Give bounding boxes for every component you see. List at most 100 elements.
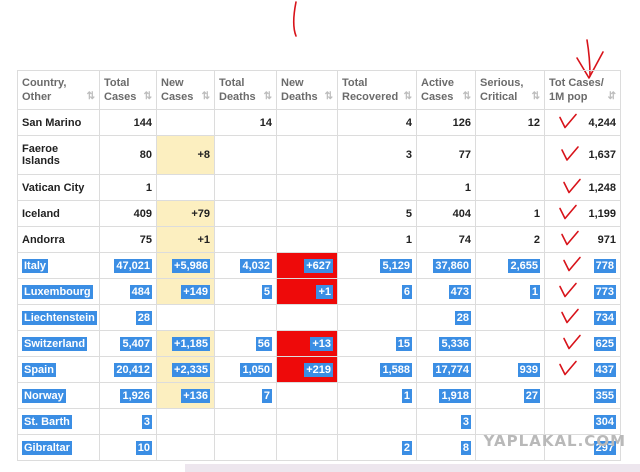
cell-value: +2,335 xyxy=(172,362,210,377)
cell-serious-critical: 2,655 xyxy=(475,252,545,279)
sort-desc-icon[interactable]: ⇵ xyxy=(608,90,616,104)
cell-new-cases xyxy=(156,408,215,435)
header-active-cases[interactable]: Active Cases ⇅ xyxy=(416,70,476,110)
table-row: Andorra 75 +1 1 74 2 971 xyxy=(17,226,621,253)
cell-value: 56 xyxy=(255,336,272,351)
sort-icon[interactable]: ⇅ xyxy=(404,90,412,104)
cell-new-cases: +149 xyxy=(156,278,215,305)
cell-total-deaths: 1,050 xyxy=(214,356,277,383)
sort-icon[interactable]: ⇅ xyxy=(87,90,95,104)
watermark-bar xyxy=(185,464,640,472)
cell-new-deaths: +1 xyxy=(276,278,338,305)
cell-new-deaths xyxy=(276,434,338,461)
sort-icon[interactable]: ⇅ xyxy=(264,90,272,104)
cell-value: 5,336 xyxy=(439,336,471,351)
header-total-cases[interactable]: Total Cases ⇅ xyxy=(99,70,157,110)
cell-value: +627 xyxy=(304,258,333,273)
cell-total-deaths xyxy=(214,304,277,331)
cell-new-deaths xyxy=(276,174,338,201)
cell-serious-critical xyxy=(475,408,545,435)
country-name: Faeroe Islands xyxy=(22,143,60,167)
cell-value: 1 xyxy=(401,388,412,403)
cell-new-cases: +2,335 xyxy=(156,356,215,383)
sort-icon[interactable]: ⇅ xyxy=(144,90,152,104)
cell-value: +5,986 xyxy=(172,258,210,273)
country-name: Norway xyxy=(22,388,66,403)
cell-country: Switzerland xyxy=(17,330,100,357)
header-total-recovered[interactable]: Total Recovered ⇅ xyxy=(337,70,417,110)
cell-country: Faeroe Islands xyxy=(17,135,100,175)
table-row: St. Barth 3 3 304 xyxy=(17,408,621,435)
sort-icon[interactable]: ⇅ xyxy=(202,90,210,104)
cell-value: 37,860 xyxy=(433,258,471,273)
cell-active-cases: 37,860 xyxy=(416,252,476,279)
cell-value: 1 xyxy=(145,181,152,194)
cell-active-cases: 5,336 xyxy=(416,330,476,357)
cell-total-cases: 5,407 xyxy=(99,330,157,357)
cell-total-deaths xyxy=(214,200,277,227)
cell-total-recovered: 5 xyxy=(337,200,417,227)
cell-value: 77 xyxy=(458,149,471,161)
header-serious-critical[interactable]: Serious, Critical ⇅ xyxy=(475,70,545,110)
cell-country: Luxembourg xyxy=(17,278,100,305)
country-name: St. Barth xyxy=(22,414,72,429)
cell-value: 1,050 xyxy=(240,362,272,377)
country-name: San Marino xyxy=(22,116,82,129)
cell-value: +219 xyxy=(304,362,333,377)
cell-value: 74 xyxy=(458,233,471,246)
header-new-deaths[interactable]: New Deaths ⇅ xyxy=(276,70,338,110)
cell-new-deaths xyxy=(276,200,338,227)
cell-serious-critical: 1 xyxy=(475,278,545,305)
header-country[interactable]: Country, Other ⇅ xyxy=(17,70,100,110)
cell-serious-critical: 1 xyxy=(475,200,545,227)
cell-serious-critical xyxy=(475,174,545,201)
cell-value: +1,185 xyxy=(172,336,210,351)
sort-icon[interactable]: ⇅ xyxy=(532,90,540,104)
header-cases-per-million[interactable]: Tot Cases/1M pop ⇵ xyxy=(544,70,621,110)
cell-total-cases: 1 xyxy=(99,174,157,201)
cell-value: 144 xyxy=(133,116,152,129)
cell-serious-critical xyxy=(475,304,545,331)
cell-country: St. Barth xyxy=(17,408,100,435)
cell-value: 437 xyxy=(593,362,616,377)
cell-per-million: 437 xyxy=(544,356,621,383)
cell-new-deaths xyxy=(276,135,338,175)
cell-serious-critical: 2 xyxy=(475,226,545,253)
country-name: Andorra xyxy=(22,233,65,246)
cell-value: 47,021 xyxy=(114,258,152,273)
cell-new-cases xyxy=(156,304,215,331)
cell-total-recovered: 15 xyxy=(337,330,417,357)
cell-new-deaths xyxy=(276,304,338,331)
header-total-deaths[interactable]: Total Deaths ⇅ xyxy=(214,70,277,110)
cell-new-cases: +136 xyxy=(156,382,215,409)
cell-value: 304 xyxy=(593,414,616,429)
cell-total-deaths: 4,032 xyxy=(214,252,277,279)
cell-total-deaths xyxy=(214,135,277,175)
cell-total-cases: 75 xyxy=(99,226,157,253)
cell-new-cases: +8 xyxy=(156,135,215,175)
cell-value: 10 xyxy=(135,440,152,455)
table-row: Faeroe Islands 80 +8 3 77 1,637 xyxy=(17,135,621,175)
sort-icon[interactable]: ⇅ xyxy=(463,90,471,104)
cell-total-recovered: 2 xyxy=(337,434,417,461)
cell-new-cases xyxy=(156,434,215,461)
cell-new-deaths xyxy=(276,109,338,136)
cell-value: +79 xyxy=(191,207,210,220)
cell-value: 1 xyxy=(464,181,471,194)
cell-total-deaths: 56 xyxy=(214,330,277,357)
cell-total-recovered: 1,588 xyxy=(337,356,417,383)
header-new-cases[interactable]: New Cases ⇅ xyxy=(156,70,215,110)
cell-value: +1 xyxy=(197,233,210,246)
country-stats-table: Country, Other ⇅ Total Cases ⇅ New Cases ⇅ Tot… xyxy=(17,70,621,461)
country-name: Iceland xyxy=(22,207,60,220)
cell-new-deaths: +13 xyxy=(276,330,338,357)
cell-total-recovered: 6 xyxy=(337,278,417,305)
cell-per-million: 1,637 xyxy=(544,135,621,175)
sort-icon[interactable]: ⇅ xyxy=(325,90,333,104)
country-name: Italy xyxy=(22,258,49,273)
cell-serious-critical xyxy=(475,330,545,357)
cell-value: 971 xyxy=(597,233,616,246)
cell-total-deaths: 7 xyxy=(214,382,277,409)
table-row: Liechtenstein 28 28 734 xyxy=(17,304,621,331)
cell-total-recovered xyxy=(337,408,417,435)
